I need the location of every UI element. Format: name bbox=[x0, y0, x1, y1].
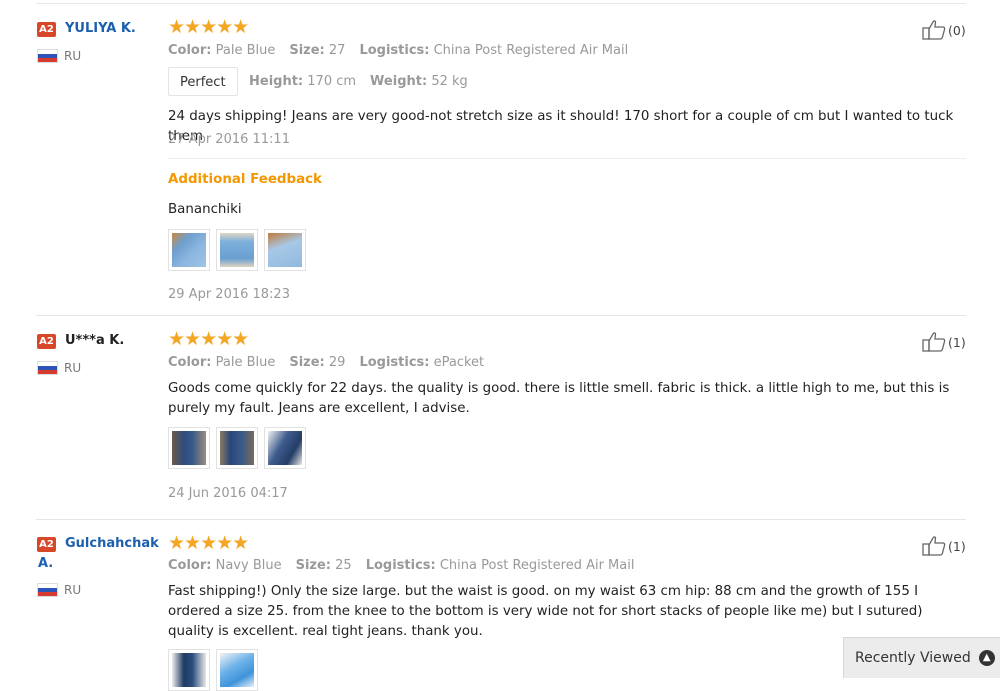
review-photos bbox=[168, 427, 306, 469]
buyer-level-badge: A2 bbox=[37, 537, 56, 552]
review-photo-thumbnail[interactable] bbox=[168, 427, 210, 469]
helpful-count: (1) bbox=[948, 334, 966, 350]
review-text: Fast shipping!) Only the size large. but… bbox=[168, 584, 923, 639]
review-text: Goods come quickly for 22 days. the qual… bbox=[168, 381, 950, 416]
reviewer-country: RU bbox=[64, 49, 82, 63]
review-photo-thumbnail[interactable] bbox=[216, 229, 258, 271]
rating-stars: ★★★★★ bbox=[168, 532, 249, 554]
buyer-level-badge: A2 bbox=[37, 22, 56, 37]
review-photos bbox=[168, 649, 258, 691]
review-photos bbox=[168, 229, 306, 271]
review-photo-thumbnail[interactable] bbox=[216, 427, 258, 469]
helpful-count: (0) bbox=[948, 22, 966, 38]
thumbs-up-icon bbox=[922, 332, 946, 352]
rating-stars: ★★★★★ bbox=[168, 16, 249, 38]
review-divider bbox=[36, 315, 966, 316]
reviewer-name[interactable]: YULIYA K. bbox=[65, 19, 136, 38]
buyer-level-badge: A2 bbox=[37, 334, 56, 349]
thumbs-up-icon bbox=[922, 20, 946, 40]
reviewer-country: RU bbox=[64, 583, 82, 597]
additional-feedback-date: 29 Apr 2016 18:23 bbox=[168, 287, 290, 302]
reviewer-name[interactable]: Gulchahchak bbox=[65, 534, 159, 553]
helpful-button[interactable]: (1) bbox=[922, 535, 966, 557]
review-date: 27 Apr 2016 11:11 bbox=[168, 132, 290, 147]
purchase-details: Color: Pale Blue Size: 27 Logistics: China… bbox=[168, 43, 629, 58]
purchase-details: Color: Navy Blue Size: 25 Logistics: China… bbox=[168, 558, 635, 573]
additional-feedback-text: Bananchiki bbox=[168, 202, 242, 217]
recently-viewed-button[interactable]: Recently Viewed ▲ bbox=[843, 637, 1000, 678]
reviewer-name-continued[interactable]: A. bbox=[38, 554, 53, 573]
russia-flag-icon bbox=[37, 361, 58, 375]
helpful-count: (1) bbox=[948, 538, 966, 554]
review-photo-thumbnail[interactable] bbox=[264, 427, 306, 469]
russia-flag-icon bbox=[37, 49, 58, 63]
helpful-button[interactable]: (0) bbox=[922, 19, 966, 41]
fit-tag: Perfect bbox=[168, 67, 238, 96]
divider bbox=[168, 158, 966, 159]
purchase-details: Color: Pale Blue Size: 29 Logistics: ePack… bbox=[168, 355, 485, 370]
review-photo-thumbnail[interactable] bbox=[168, 229, 210, 271]
recently-viewed-label: Recently Viewed bbox=[855, 650, 971, 666]
thumbs-up-icon bbox=[922, 536, 946, 556]
body-measurements: Height: 170 cm Weight: 52 kg bbox=[249, 74, 468, 89]
review-date: 24 Jun 2016 04:17 bbox=[168, 486, 288, 501]
review-divider bbox=[36, 519, 966, 520]
reviewer-country: RU bbox=[64, 361, 82, 375]
review-photo-thumbnail[interactable] bbox=[168, 649, 210, 691]
helpful-button[interactable]: (1) bbox=[922, 331, 966, 353]
review-photo-thumbnail[interactable] bbox=[264, 229, 306, 271]
reviewer-name: U***a K. bbox=[65, 333, 125, 348]
rating-stars: ★★★★★ bbox=[168, 328, 249, 350]
review-photo-thumbnail[interactable] bbox=[216, 649, 258, 691]
chevron-up-icon: ▲ bbox=[978, 650, 995, 666]
top-divider bbox=[36, 3, 966, 4]
russia-flag-icon bbox=[37, 583, 58, 597]
additional-feedback-title: Additional Feedback bbox=[168, 172, 322, 187]
